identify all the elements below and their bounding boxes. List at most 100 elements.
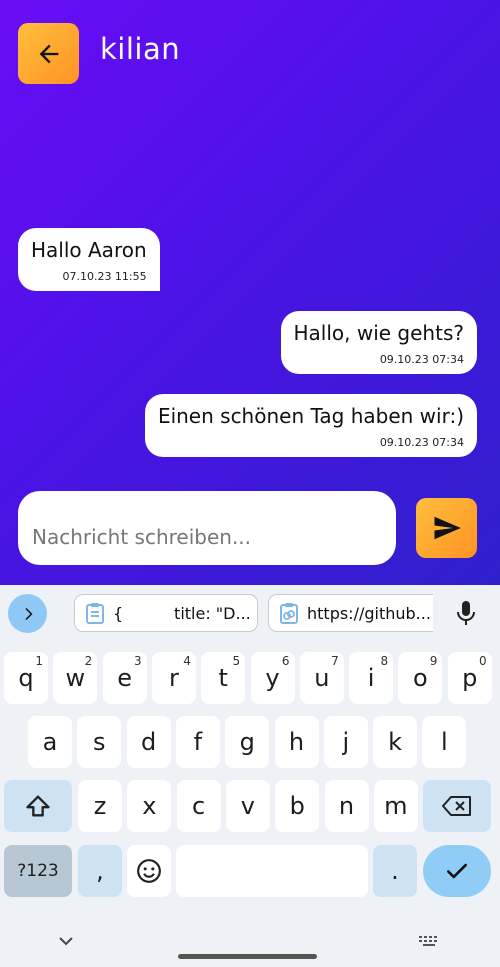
- key-k[interactable]: k: [373, 716, 418, 768]
- symbols-key-label: ?123: [17, 861, 59, 881]
- key-u[interactable]: u7: [299, 652, 344, 704]
- key-h[interactable]: h: [274, 716, 319, 768]
- key-f[interactable]: f: [175, 716, 220, 768]
- key-label: q: [18, 664, 34, 692]
- key-label: p: [462, 664, 478, 692]
- message-bubble-outgoing: Hallo, wie gehts? 09.10.23 07:34: [280, 311, 477, 374]
- send-button[interactable]: [416, 498, 477, 558]
- arrow-left-icon: [39, 44, 58, 63]
- key-g[interactable]: g: [225, 716, 270, 768]
- comma-key-label: ,: [96, 857, 104, 885]
- key-n[interactable]: n: [324, 780, 369, 832]
- key-v[interactable]: v: [225, 780, 270, 832]
- key-label: u: [314, 664, 330, 692]
- key-label: e: [117, 664, 132, 692]
- contact-name: kilian: [100, 32, 181, 66]
- suggestion-text: { title: "D...: [113, 603, 251, 623]
- key-m[interactable]: m: [373, 780, 418, 832]
- key-label: v: [240, 792, 255, 820]
- key-hint: 9: [429, 654, 438, 668]
- suggestion-strip: { title: "D... https://github...: [0, 585, 500, 641]
- hide-keyboard-icon[interactable]: [57, 934, 75, 948]
- key-label: x: [142, 792, 157, 820]
- space-key[interactable]: [176, 845, 368, 897]
- message-bubble-incoming: Hallo Aaron 07.10.23 11:55: [18, 228, 160, 291]
- backspace-icon: [442, 796, 471, 816]
- message-input-placeholder: Nachricht schreiben...: [32, 525, 252, 549]
- key-a[interactable]: a: [28, 716, 72, 768]
- key-label: l: [441, 728, 448, 756]
- key-j[interactable]: j: [323, 716, 368, 768]
- clipboard-icon: [86, 603, 104, 624]
- comma-key[interactable]: ,: [78, 845, 122, 897]
- key-label: b: [289, 792, 305, 820]
- key-x[interactable]: x: [127, 780, 172, 832]
- shift-icon: [26, 795, 50, 817]
- key-s[interactable]: s: [77, 716, 122, 768]
- key-t[interactable]: t5: [201, 652, 246, 704]
- message-input[interactable]: Nachricht schreiben...: [18, 491, 396, 565]
- key-label: y: [265, 664, 280, 692]
- home-indicator[interactable]: [178, 954, 317, 959]
- key-label: j: [342, 728, 350, 756]
- key-hint: 7: [331, 654, 339, 668]
- key-label: n: [338, 792, 355, 820]
- key-q[interactable]: q1: [4, 652, 48, 704]
- expand-toolbar-button[interactable]: [8, 594, 47, 633]
- soft-keyboard: { title: "D... https://github... q1w2e3r…: [0, 585, 500, 967]
- key-y[interactable]: y6: [250, 652, 295, 704]
- key-label: o: [413, 664, 428, 692]
- voice-input-button[interactable]: [454, 599, 478, 631]
- key-l[interactable]: l: [422, 716, 467, 768]
- key-label: f: [193, 728, 203, 756]
- emoji-icon: [137, 859, 161, 883]
- symbols-key[interactable]: ?123: [4, 845, 72, 897]
- clipboard-suggestion[interactable]: https://github...: [268, 594, 433, 632]
- key-label: d: [140, 728, 157, 756]
- message-text: Einen schönen Tag haben wir:): [157, 404, 464, 428]
- clipboard-link-icon: [280, 603, 298, 624]
- message-time: 07.10.23 11:55: [62, 270, 147, 283]
- period-key-label: .: [391, 857, 399, 885]
- key-label: i: [367, 664, 375, 692]
- key-i[interactable]: i8: [349, 652, 394, 704]
- chat-screen: kilian Hallo Aaron 07.10.23 11:55 Hallo,…: [0, 0, 500, 585]
- key-b[interactable]: b: [275, 780, 320, 832]
- key-hint: 4: [183, 654, 191, 668]
- key-z[interactable]: z: [78, 780, 122, 832]
- clipboard-suggestion[interactable]: { title: "D...: [74, 594, 258, 632]
- period-key[interactable]: .: [373, 845, 417, 897]
- key-label: c: [191, 792, 206, 820]
- key-hint: 5: [232, 654, 241, 668]
- key-c[interactable]: c: [176, 780, 221, 832]
- key-label: h: [288, 728, 305, 756]
- key-w[interactable]: w2: [53, 652, 98, 704]
- key-o[interactable]: o9: [398, 652, 443, 704]
- key-p[interactable]: p0: [447, 652, 492, 704]
- key-hint: 0: [479, 654, 487, 668]
- nav-bar: [0, 920, 500, 967]
- key-label: m: [384, 792, 408, 820]
- key-r[interactable]: r4: [151, 652, 196, 704]
- emoji-key[interactable]: [127, 845, 171, 897]
- key-label: g: [239, 728, 255, 756]
- checkmark-icon: [447, 863, 467, 879]
- key-label: z: [93, 792, 107, 820]
- message-time: 09.10.23 07:34: [379, 353, 464, 366]
- key-hint: 2: [84, 654, 93, 668]
- backspace-key[interactable]: [423, 780, 491, 832]
- microphone-icon: [457, 601, 475, 625]
- key-e[interactable]: e3: [102, 652, 147, 704]
- suggestion-text: https://github...: [307, 603, 431, 623]
- key-hint: 1: [35, 654, 43, 668]
- key-label: w: [65, 664, 86, 692]
- key-label: t: [218, 664, 228, 692]
- chevron-right-icon: [24, 607, 32, 620]
- key-d[interactable]: d: [126, 716, 171, 768]
- keyboard-switch-icon[interactable]: [418, 934, 440, 950]
- shift-key[interactable]: [4, 780, 72, 832]
- key-label: s: [93, 728, 106, 756]
- enter-key[interactable]: [423, 845, 491, 897]
- back-button[interactable]: [18, 23, 79, 84]
- message-text: Hallo Aaron: [31, 238, 147, 262]
